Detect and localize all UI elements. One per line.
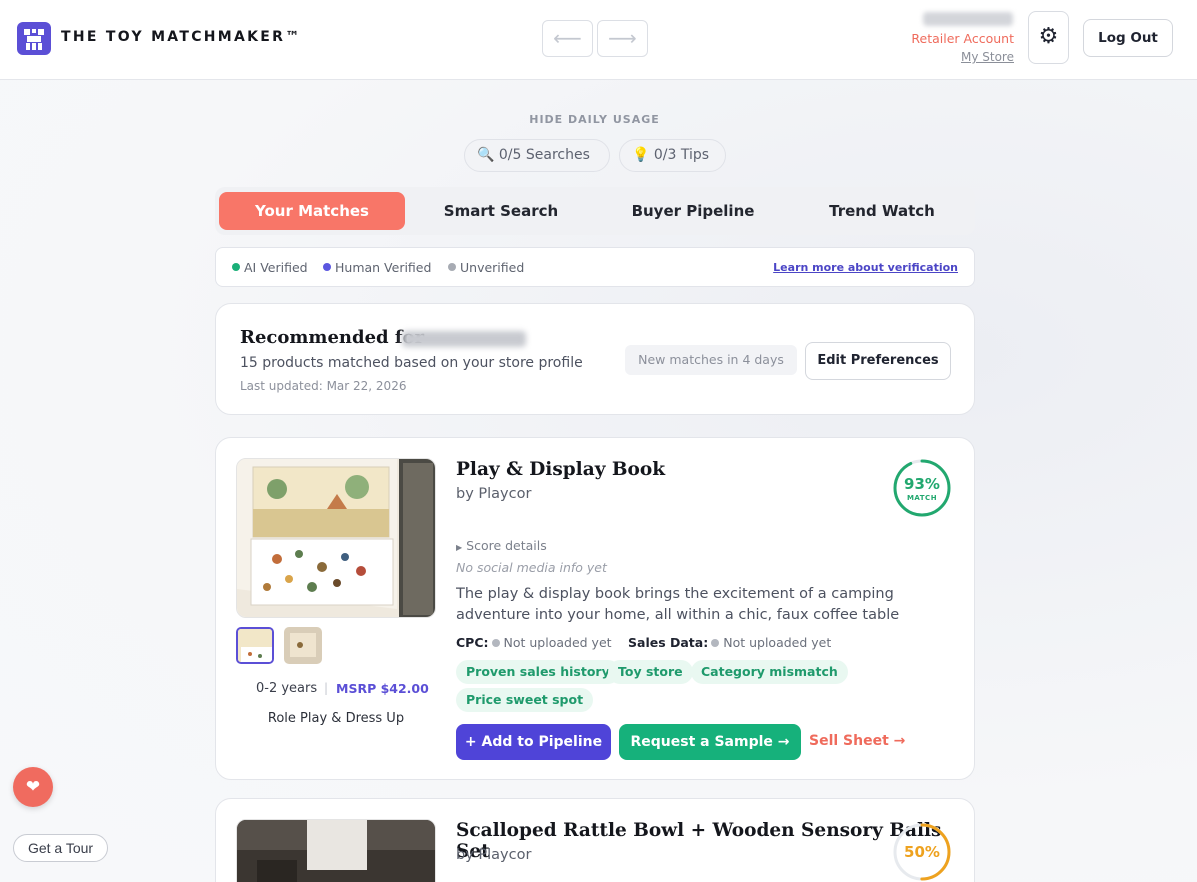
product-brand: by Playcor bbox=[456, 486, 532, 502]
product-card: 0-2 years | MSRP $42.00 Role Play & Dres… bbox=[215, 437, 975, 780]
legend-unverified: Unverified bbox=[448, 260, 524, 275]
tag-toy-store: Toy store bbox=[608, 660, 693, 684]
get-a-tour-button[interactable]: Get a Tour bbox=[13, 834, 108, 862]
tab-trend-watch[interactable]: Trend Watch bbox=[793, 192, 971, 230]
caret-right-icon: ▶ bbox=[456, 543, 463, 552]
forward-arrow-button[interactable]: ⟶ bbox=[597, 20, 648, 57]
main-tabs: Your Matches Smart Search Buyer Pipeline… bbox=[215, 187, 975, 235]
tab-smart-search[interactable]: Smart Search bbox=[409, 192, 593, 230]
purple-dot-icon bbox=[323, 263, 331, 271]
recommendation-title: Recommended for bbox=[240, 327, 425, 348]
learn-verification-link[interactable]: Learn more about verification bbox=[773, 261, 958, 274]
tag-price-sweet-spot: Price sweet spot bbox=[456, 688, 594, 712]
store-name-redacted bbox=[402, 331, 526, 347]
product-image[interactable] bbox=[236, 819, 436, 882]
brand-name[interactable]: THE TOY MATCHMAKER™ bbox=[61, 29, 302, 45]
match-percent: 93% bbox=[904, 475, 940, 493]
tag-category-mismatch: Category mismatch bbox=[691, 660, 848, 684]
product-thumbnail[interactable] bbox=[284, 627, 322, 664]
hide-daily-usage-toggle[interactable]: HIDE DAILY USAGE bbox=[0, 113, 1189, 126]
recommendation-subtitle: 15 products matched based on your store … bbox=[240, 355, 583, 371]
sell-sheet-link[interactable]: Sell Sheet → bbox=[809, 733, 905, 749]
tab-your-matches[interactable]: Your Matches bbox=[219, 192, 405, 230]
sales-data-info: Sales Data: Not uploaded yet bbox=[628, 635, 832, 650]
account-type-label: Retailer Account bbox=[911, 31, 1014, 46]
legend-human-verified: Human Verified bbox=[323, 260, 431, 275]
recommendation-card: Recommended for 15 products matched base… bbox=[215, 303, 975, 415]
search-icon: 🔍 bbox=[477, 147, 495, 163]
searches-usage-pill: 🔍 0/5 Searches bbox=[464, 139, 610, 172]
back-arrow-button[interactable]: ⟵ bbox=[542, 20, 593, 57]
tips-count: 0/3 Tips bbox=[653, 147, 710, 163]
logo-icon[interactable] bbox=[17, 22, 51, 55]
tab-buyer-pipeline[interactable]: Buyer Pipeline bbox=[597, 192, 789, 230]
new-matches-badge: New matches in 4 days bbox=[625, 345, 797, 375]
match-score-ring: 93% MATCH bbox=[892, 458, 952, 522]
divider: | bbox=[324, 681, 329, 695]
settings-button[interactable]: ⚙ bbox=[1028, 11, 1069, 64]
edit-preferences-button[interactable]: Edit Preferences bbox=[805, 342, 951, 380]
social-media-info: No social media info yet bbox=[456, 560, 607, 575]
product-description: The play & display book brings the excit… bbox=[456, 586, 900, 623]
gray-dot-icon bbox=[448, 263, 456, 271]
msrp-price: MSRP $42.00 bbox=[336, 681, 429, 696]
match-label: MATCH bbox=[907, 494, 937, 502]
last-updated: Last updated: Mar 22, 2026 bbox=[240, 379, 407, 393]
match-percent: 50% bbox=[904, 843, 940, 861]
heart-icon: ❤ bbox=[25, 777, 41, 797]
product-thumbnail[interactable] bbox=[236, 627, 274, 664]
request-sample-button[interactable]: Request a Sample → bbox=[619, 724, 801, 760]
cpc-info: CPC: Not uploaded yet bbox=[456, 635, 612, 650]
match-score-ring: 50% bbox=[892, 822, 952, 882]
verification-legend: AI Verified Human Verified Unverified Le… bbox=[215, 247, 975, 287]
gray-dot-icon bbox=[491, 639, 500, 647]
green-dot-icon bbox=[232, 263, 240, 271]
legend-ai-verified: AI Verified bbox=[232, 260, 308, 275]
searches-count: 0/5 Searches bbox=[498, 147, 590, 163]
age-range: 0-2 years bbox=[256, 681, 318, 696]
score-details-toggle[interactable]: ▶ Score details bbox=[456, 538, 547, 553]
account-name-redacted bbox=[923, 12, 1013, 26]
logout-button[interactable]: Log Out bbox=[1083, 19, 1173, 57]
favorites-button[interactable]: ❤ bbox=[13, 767, 53, 807]
product-image[interactable] bbox=[236, 458, 436, 618]
top-header: THE TOY MATCHMAKER™ ⟵ ⟶ Retailer Account… bbox=[0, 0, 1197, 80]
product-title[interactable]: Play & Display Book bbox=[456, 459, 665, 480]
product-brand: by Playcor bbox=[456, 847, 532, 863]
product-card: Scalloped Rattle Bowl + Wooden Sensory B… bbox=[215, 798, 975, 882]
my-store-link[interactable]: My Store bbox=[961, 50, 1014, 64]
add-to-pipeline-button[interactable]: + Add to Pipeline bbox=[456, 724, 611, 760]
gray-dot-icon bbox=[711, 639, 720, 647]
product-category: Role Play & Dress Up bbox=[267, 711, 405, 726]
tag-proven-sales: Proven sales history bbox=[456, 660, 620, 684]
tips-usage-pill: 💡 0/3 Tips bbox=[619, 139, 726, 172]
lightbulb-icon: 💡 bbox=[632, 147, 650, 163]
gear-icon: ⚙ bbox=[1038, 24, 1059, 49]
